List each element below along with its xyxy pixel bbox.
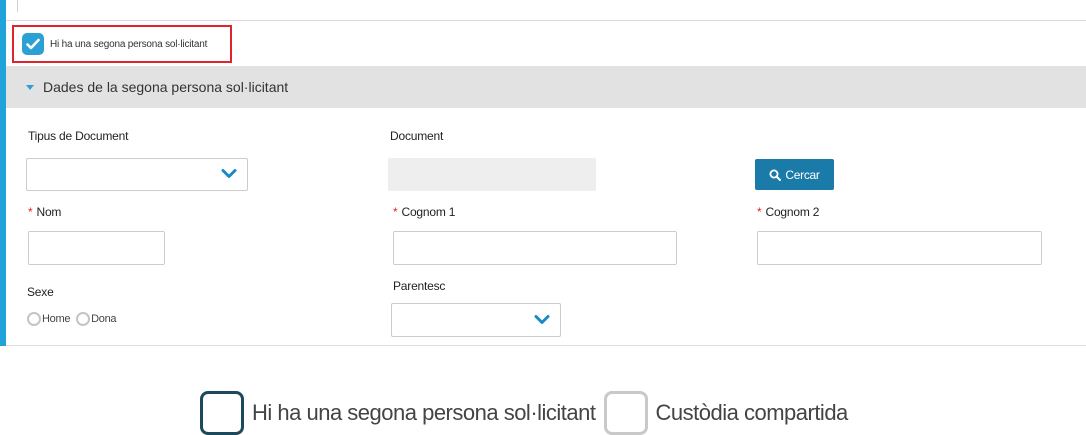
document-type-label: Tipus de Document	[28, 129, 129, 143]
required-marker: *	[393, 205, 398, 219]
left-accent-bar	[0, 0, 6, 346]
section-header[interactable]: Dades de la segona persona sol·licitant	[6, 66, 1086, 108]
top-divider	[17, 0, 18, 12]
second-applicant-checkbox[interactable]	[22, 33, 44, 55]
sex-label: Sexe	[27, 285, 54, 299]
sex-radio-group: Home Dona	[27, 312, 122, 326]
second-applicant-large-checkbox[interactable]	[200, 391, 244, 435]
relationship-label: Parentesc	[393, 279, 446, 293]
checkmark-icon	[26, 38, 40, 50]
panel-bottom-border	[6, 345, 1086, 346]
shared-custody-checkbox[interactable]	[603, 391, 648, 435]
first-name-input[interactable]	[28, 231, 165, 265]
panel-top-border	[6, 20, 1086, 21]
search-icon	[769, 169, 782, 181]
sex-radio-home-label: Home	[42, 313, 71, 325]
surname2-label: * Cognom 2	[757, 205, 820, 219]
second-applicant-checkbox-label: Hi ha una segona persona sol·licitant	[50, 38, 208, 50]
section-title: Dades de la segona persona sol·licitant	[43, 79, 289, 95]
chevron-down-icon	[221, 169, 237, 178]
document-label: Document	[390, 129, 444, 143]
surname1-label: * Cognom 1	[393, 205, 456, 219]
required-marker: *	[28, 205, 33, 219]
search-button-label: Cercar	[785, 167, 820, 182]
second-applicant-checkbox-row[interactable]: Hi ha una segona persona sol·licitant	[12, 25, 232, 63]
document-input	[388, 158, 596, 191]
sex-radio-home[interactable]	[27, 312, 41, 326]
second-applicant-large-checkbox-label: Hi ha una segona persona sol·licitant	[252, 400, 596, 425]
required-marker: *	[757, 205, 762, 219]
relationship-select[interactable]	[391, 303, 561, 337]
sex-radio-dona-label: Dona	[91, 313, 117, 325]
caret-down-icon[interactable]	[26, 84, 34, 90]
sex-radio-dona[interactable]	[76, 312, 91, 326]
shared-custody-checkbox-label: Custòdia compartida	[655, 400, 849, 425]
surname1-input[interactable]	[393, 231, 677, 265]
bottom-options-row: Hi ha una segona persona sol·licitant Cu…	[200, 391, 856, 435]
search-button[interactable]: Cercar	[755, 159, 834, 190]
chevron-down-icon	[534, 315, 550, 324]
document-type-select[interactable]	[26, 158, 248, 191]
first-name-label: * Nom	[28, 205, 62, 219]
surname2-input[interactable]	[757, 231, 1042, 265]
